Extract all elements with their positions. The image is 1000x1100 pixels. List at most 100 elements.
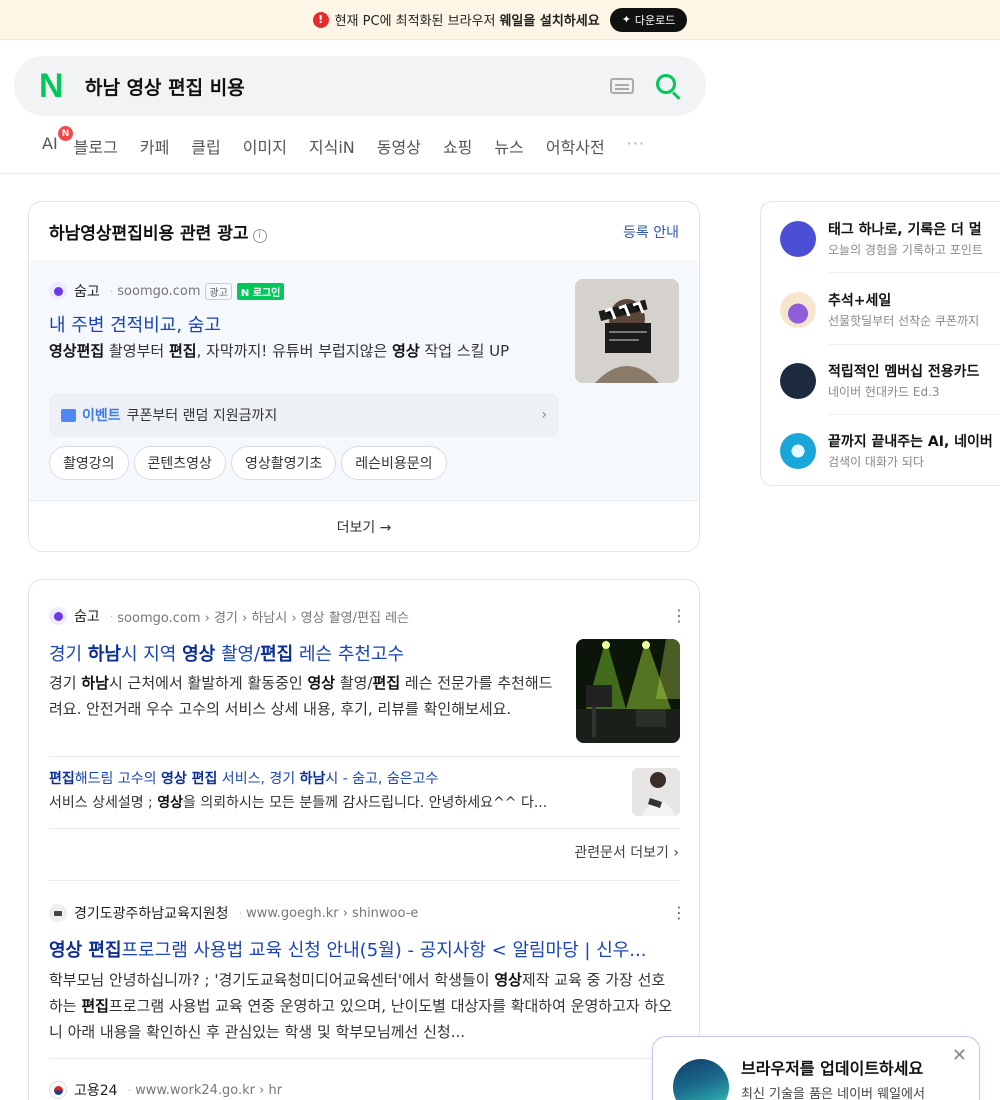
banner-highlight: 웨일을 설치하세요 xyxy=(499,14,600,29)
promo-divider xyxy=(829,272,1000,273)
ad-item: 숨고 · soomgo.com 광고 N 로그인 내 주변 견적비교, 숨고 영… xyxy=(29,263,699,499)
browser-banner: ! 현재 PC에 최적화된 브라우저 웨일을 설치하세요 ✦ 다운로드 xyxy=(0,0,1000,40)
ad-site-row: 숨고 · soomgo.com 광고 N 로그인 xyxy=(49,281,285,301)
promo-sub: 오늘의 경험을 기록하고 포인트 xyxy=(828,243,983,257)
keyboard-icon[interactable] xyxy=(610,78,634,94)
tab-ai[interactable]: AI N xyxy=(42,126,73,158)
shopping-bag-icon xyxy=(61,408,76,422)
tab-dictionary[interactable]: 어학사전 xyxy=(546,134,605,158)
promo-divider xyxy=(829,414,1000,415)
tab-more[interactable]: ··· xyxy=(627,134,645,158)
result3-breadcrumb[interactable]: www.work24.go.kr › hr xyxy=(135,1083,282,1098)
work24-favicon xyxy=(49,1081,67,1099)
search-input[interactable]: 하남 영상 편집 비용 xyxy=(85,73,610,100)
result1-breadcrumb[interactable]: soomgo.com › 경기 › 하남시 › 영상 촬영/편집 레슨 xyxy=(117,607,409,626)
ai-promo-icon xyxy=(780,432,816,469)
tab-image[interactable]: 이미지 xyxy=(243,134,287,158)
chuseok-sale-icon xyxy=(780,291,816,328)
ad-site-url[interactable]: soomgo.com xyxy=(117,284,200,299)
tabs-divider xyxy=(0,173,1000,174)
search-icon[interactable] xyxy=(656,74,681,100)
result2-description: 학부모님 안녕하십니까? ; '경기도교육청미디어교육센터'에서 학생들이 영상… xyxy=(49,971,673,1041)
ad-title: 하남영상편집비용 관련 광고 i xyxy=(49,219,267,244)
result1-site-name[interactable]: 숨고 xyxy=(74,606,100,626)
right-promo-panel: 태그 하나로, 기록은 더 멀 오늘의 경험을 기록하고 포인트 추석+세일선물핫… xyxy=(760,201,1000,486)
result2-title-link[interactable]: 영상 편집프로그램 사용법 교육 신청 안내(5월) - 공지사항 < 알림마당… xyxy=(49,936,679,962)
search-bar[interactable]: N 하남 영상 편집 비용 xyxy=(14,56,706,116)
promo-title: 적립적인 멤버십 전용카드 xyxy=(828,364,980,380)
ad-description: 영상편집 촬영부터 편집, 자막까지! 유튜버 부럽지않은 영상 작업 스킬 U… xyxy=(49,342,510,360)
soomgo-favicon xyxy=(49,282,67,300)
ad-chip[interactable]: 콘텐츠영상 xyxy=(133,446,226,480)
tab-blog[interactable]: 블로그 xyxy=(74,134,118,158)
alert-icon: ! xyxy=(312,11,329,28)
result1-title-link[interactable]: 경기 하남시 지역 영상 촬영/편집 레슨 추천고수 xyxy=(49,640,404,666)
goegh-favicon xyxy=(49,904,67,922)
promo-sub: 선물핫딜부터 선착순 쿠폰까지 xyxy=(828,314,980,328)
download-button[interactable]: ✦ 다운로드 xyxy=(609,7,688,32)
tag-promo-icon xyxy=(780,220,816,257)
ad-site-name[interactable]: 숨고 xyxy=(74,281,100,301)
ad-chips: 촬영강의 콘텐츠영상 영상촬영기초 레슨비용문의 xyxy=(49,446,452,480)
promo-item[interactable]: 끝까지 끝내주는 AI, 네이버검색이 대화가 되다 xyxy=(780,431,1000,470)
result-divider xyxy=(49,1058,680,1059)
tab-clip[interactable]: 클립 xyxy=(191,134,220,158)
whale-logo-icon xyxy=(673,1059,729,1100)
search-tabs: AI N 블로그 카페 클립 이미지 지식iN 동영상 쇼핑 뉴스 어학사전 ··… xyxy=(42,126,667,158)
promo-item[interactable]: 태그 하나로, 기록은 더 멀 오늘의 경험을 기록하고 포인트 xyxy=(780,219,1000,258)
result1-sublink[interactable]: 편집해드림 고수의 영상 편집 서비스, 경기 하남시 - 숨고, 숨은고수 xyxy=(49,768,438,788)
ad-chip[interactable]: 레슨비용문의 xyxy=(341,446,447,480)
promo-item[interactable]: 적립적인 멤버십 전용카드네이버 현대카드 Ed.3 xyxy=(780,361,1000,400)
info-icon[interactable]: i xyxy=(252,229,267,243)
login-tag: N 로그인 xyxy=(236,282,285,300)
promo-divider xyxy=(829,344,1000,345)
whale-leaf-icon: ✦ xyxy=(621,13,631,26)
result3-site-row: 고용24 · www.work24.go.kr › hr xyxy=(49,1080,282,1100)
event-label: 이벤트 xyxy=(82,408,121,424)
tab-cafe[interactable]: 카페 xyxy=(140,134,169,158)
ad-section: 하남영상편집비용 관련 광고 i 등록 안내 숨고 · soomgo.com 광고… xyxy=(28,201,700,552)
promo-title: 추석+세일 xyxy=(828,293,892,309)
ad-event-banner[interactable]: 이벤트 쿠폰부터 랜덤 지원금까지 › xyxy=(49,393,559,437)
tab-kin[interactable]: 지식iN xyxy=(309,134,355,158)
popup-description: 최신 기술을 품은 네이버 웨일에서 xyxy=(741,1087,925,1100)
result-divider xyxy=(49,880,680,881)
ad-register-link[interactable]: 등록 안내 xyxy=(623,222,679,242)
banner-message: 현재 PC에 최적화된 브라우저 xyxy=(334,14,496,29)
soomgo-favicon xyxy=(49,607,67,625)
tab-video[interactable]: 동영상 xyxy=(377,134,421,158)
result2-breadcrumb[interactable]: www.goegh.kr › shinwoo-e xyxy=(246,906,418,921)
ad-header: 하남영상편집비용 관련 광고 i 등록 안내 xyxy=(29,202,699,262)
ad-chip[interactable]: 영상촬영기초 xyxy=(230,446,337,480)
promo-sub: 검색이 대화가 되다 xyxy=(828,455,924,469)
update-browser-popup[interactable]: 브라우저를 업데이트하세요 최신 기술을 품은 네이버 웨일에서 ✕ xyxy=(652,1036,980,1100)
tab-news[interactable]: 뉴스 xyxy=(494,134,523,158)
result1-sub-thumbnail[interactable] xyxy=(632,768,680,816)
promo-title: 끝까지 끝내주는 AI, 네이버 xyxy=(828,434,993,450)
result2-site-row: 경기도광주하남교육지원청 · www.goegh.kr › shinwoo-e xyxy=(49,903,418,923)
result1-thumbnail[interactable] xyxy=(576,639,680,743)
tab-shopping[interactable]: 쇼핑 xyxy=(443,134,472,158)
new-badge: N xyxy=(58,126,73,141)
popup-title: 브라우저를 업데이트하세요 xyxy=(741,1059,924,1078)
chevron-right-icon: › xyxy=(541,407,547,423)
ad-more-button[interactable]: 더보기 → xyxy=(29,500,699,551)
ad-chip[interactable]: 촬영강의 xyxy=(49,446,129,480)
naver-logo[interactable]: N xyxy=(39,69,69,103)
result2-site-name[interactable]: 경기도광주하남교육지원청 xyxy=(74,903,229,923)
more-options-icon[interactable]: ⋮ xyxy=(671,606,687,625)
more-options-icon[interactable]: ⋮ xyxy=(671,903,687,922)
result-divider xyxy=(49,828,680,829)
promo-item[interactable]: 추석+세일선물핫딜부터 선착순 쿠폰까지 xyxy=(780,290,1000,329)
ad-thumbnail[interactable] xyxy=(575,279,679,383)
result3-site-name[interactable]: 고용24 xyxy=(74,1080,118,1100)
ad-tag: 광고 xyxy=(205,282,232,300)
result1-site-row: 숨고 · soomgo.com › 경기 › 하남시 › 영상 촬영/편집 레슨 xyxy=(49,606,409,626)
promo-sub: 네이버 현대카드 Ed.3 xyxy=(828,385,940,399)
card-promo-icon xyxy=(780,362,816,399)
web-results: 숨고 · soomgo.com › 경기 › 하남시 › 영상 촬영/편집 레슨… xyxy=(28,579,700,1100)
related-docs-link[interactable]: 관련문서 더보기 › xyxy=(574,842,679,862)
ad-headline-link[interactable]: 내 주변 견적비교, 숨고 xyxy=(49,311,221,337)
result1-sub-description: 서비스 상세설명 ; 영상을 의뢰하시는 모든 분들께 감사드립니다. 안녕하세… xyxy=(49,795,548,811)
close-icon[interactable]: ✕ xyxy=(952,1045,967,1066)
